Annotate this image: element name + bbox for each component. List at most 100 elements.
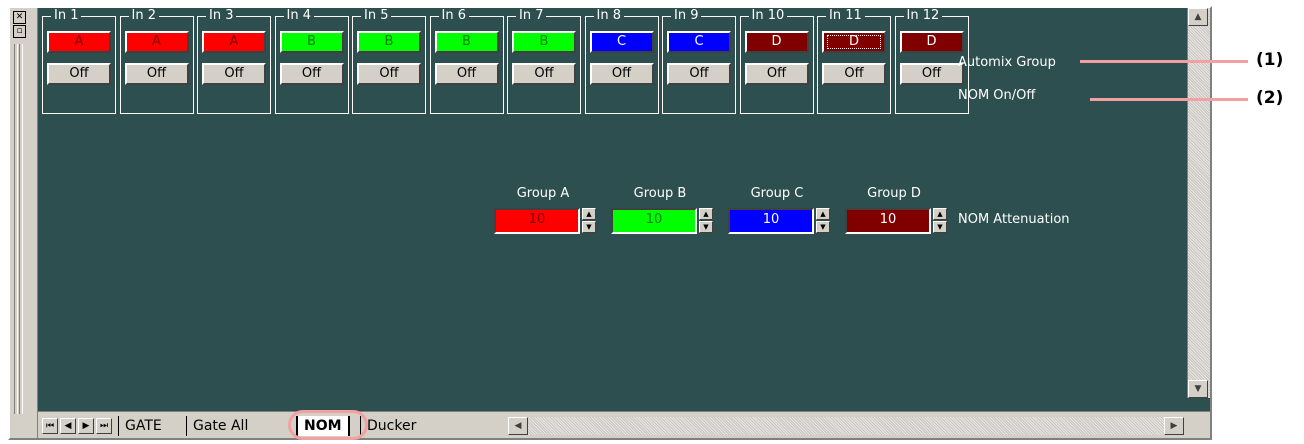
- callout-2: (2): [1256, 88, 1284, 108]
- spin-down-icon[interactable]: ▼: [933, 221, 947, 233]
- callout-line-1: [1080, 60, 1248, 63]
- channel-strip: In 11 D Off: [817, 8, 891, 114]
- channel-strip: In 9 C Off: [662, 8, 736, 114]
- nom-onoff-button[interactable]: Off: [744, 63, 809, 85]
- automix-group-button[interactable]: A: [124, 31, 189, 53]
- scroll-right-icon[interactable]: ▶: [1164, 417, 1184, 435]
- sheet-tab-bar: ⏮ ◀ ▶ ⏭ GATE Gate All NOM Ducker ◀ ▶: [38, 411, 1210, 438]
- automix-group-value: A: [152, 34, 161, 49]
- automix-group-value: B: [384, 34, 394, 49]
- group-name-label: Group C: [750, 186, 804, 201]
- divider: [14, 44, 18, 414]
- first-tab-icon[interactable]: ⏮: [42, 418, 58, 434]
- channel-strip: In 6 B Off: [429, 8, 504, 114]
- spin-down-icon[interactable]: ▼: [582, 221, 596, 233]
- spin-down-icon[interactable]: ▼: [816, 221, 830, 233]
- automix-group-button[interactable]: C: [589, 31, 654, 53]
- last-tab-icon[interactable]: ⏭: [96, 418, 112, 434]
- nom-attenuation-field[interactable]: 10: [611, 208, 697, 234]
- automix-group-value: B: [307, 34, 316, 49]
- automix-group-value: C: [616, 34, 627, 49]
- automix-group-value: A: [229, 34, 239, 49]
- channel-label: In 1: [51, 8, 82, 24]
- channel-label: In 8: [593, 8, 624, 24]
- channel-label: In 9: [671, 8, 702, 24]
- window-side-strip: ✕ ▫: [10, 8, 38, 438]
- automix-group-button[interactable]: B: [357, 31, 421, 53]
- callout-1: (1): [1256, 50, 1284, 70]
- channel-strip: In 8 C Off: [584, 8, 659, 114]
- channel-label: In 5: [361, 8, 392, 24]
- nom-attenuation-field[interactable]: 10: [728, 208, 814, 234]
- automix-group-button[interactable]: B: [279, 31, 344, 53]
- prev-tab-icon[interactable]: ◀: [60, 418, 76, 434]
- close-icon[interactable]: ✕: [13, 11, 26, 24]
- nom-onoff-button[interactable]: Off: [279, 63, 344, 85]
- channel-strip: In 2 A Off: [119, 8, 194, 114]
- spinner-arrows: ▲ ▼: [816, 208, 830, 234]
- channel-strip: In 4 B Off: [274, 8, 349, 114]
- nom-onoff-button[interactable]: Off: [512, 63, 576, 85]
- channel-label: In 11: [826, 8, 865, 24]
- automix-group-button[interactable]: B: [434, 31, 499, 53]
- callout-line-2: [1090, 98, 1248, 101]
- channel-strip: In 5 B Off: [352, 8, 426, 114]
- automix-group-value: C: [694, 34, 704, 49]
- nom-onoff-button[interactable]: Off: [124, 63, 189, 85]
- channel-strip: In 10 D Off: [739, 8, 814, 114]
- automix-group-value: D: [926, 34, 937, 49]
- automix-group-value: D: [771, 34, 782, 49]
- scroll-down-icon[interactable]: ▼: [1188, 380, 1208, 398]
- automix-group-button[interactable]: A: [47, 31, 111, 53]
- scroll-up-icon[interactable]: ▲: [1188, 8, 1208, 26]
- automix-group-button[interactable]: D: [899, 31, 964, 53]
- channel-label: In 2: [128, 8, 159, 24]
- tab-gate-all[interactable]: Gate All: [186, 416, 254, 436]
- automix-group-button[interactable]: B: [512, 31, 576, 53]
- spin-up-icon[interactable]: ▲: [816, 208, 830, 220]
- spin-up-icon[interactable]: ▲: [933, 208, 947, 220]
- nom-onoff-button[interactable]: Off: [667, 63, 731, 85]
- nom-onoff-button[interactable]: Off: [589, 63, 654, 85]
- spinner-arrows: ▲ ▼: [933, 208, 947, 234]
- automix-group-value: A: [74, 34, 84, 49]
- automix-group-label: Automix Group: [958, 55, 1056, 70]
- nom-onoff-button[interactable]: Off: [47, 63, 111, 85]
- spin-down-icon[interactable]: ▼: [699, 221, 713, 233]
- nom-onoff-label: NOM On/Off: [958, 88, 1036, 103]
- scroll-left-icon[interactable]: ◀: [508, 417, 528, 435]
- nom-onoff-button[interactable]: Off: [434, 63, 499, 85]
- channel-label: In 10: [748, 8, 788, 24]
- channel-strip: In 1 A Off: [42, 8, 116, 114]
- automix-group-button[interactable]: D: [744, 31, 809, 53]
- tab-gate[interactable]: GATE: [118, 416, 168, 436]
- nom-attenuation-field[interactable]: 10: [494, 208, 580, 234]
- channel-label: In 3: [206, 8, 237, 24]
- automix-group-value: B: [539, 34, 549, 49]
- automix-group-value: B: [462, 34, 471, 49]
- nom-onoff-button[interactable]: Off: [202, 63, 266, 85]
- nom-onoff-button[interactable]: Off: [822, 63, 886, 85]
- next-tab-icon[interactable]: ▶: [78, 418, 94, 434]
- restore-icon[interactable]: ▫: [13, 25, 26, 38]
- channel-label: In 7: [516, 8, 547, 24]
- nom-attenuation-field[interactable]: 10: [845, 208, 931, 234]
- channel-strip: In 7 B Off: [507, 8, 581, 114]
- nom-tab-highlight: [288, 410, 368, 440]
- vertical-scrollbar[interactable]: ▲ ▼: [1187, 8, 1210, 398]
- group-name-label: Group B: [633, 186, 687, 201]
- group-name-label: Group A: [516, 186, 570, 201]
- automix-group-button[interactable]: A: [202, 31, 266, 53]
- spin-up-icon[interactable]: ▲: [582, 208, 596, 220]
- spin-up-icon[interactable]: ▲: [699, 208, 713, 220]
- spinner-arrows: ▲ ▼: [582, 208, 596, 234]
- tab-ducker[interactable]: Ducker: [360, 416, 422, 436]
- automix-group-value: D: [826, 34, 882, 50]
- automix-group-button[interactable]: D: [822, 31, 886, 53]
- nom-onoff-button[interactable]: Off: [899, 63, 964, 85]
- automix-group-button[interactable]: C: [667, 31, 731, 53]
- group-name-label: Group D: [867, 186, 921, 201]
- horizontal-scrollbar[interactable]: ◀ ▶: [508, 417, 1184, 435]
- channel-strip: In 3 A Off: [197, 8, 271, 114]
- nom-onoff-button[interactable]: Off: [357, 63, 421, 85]
